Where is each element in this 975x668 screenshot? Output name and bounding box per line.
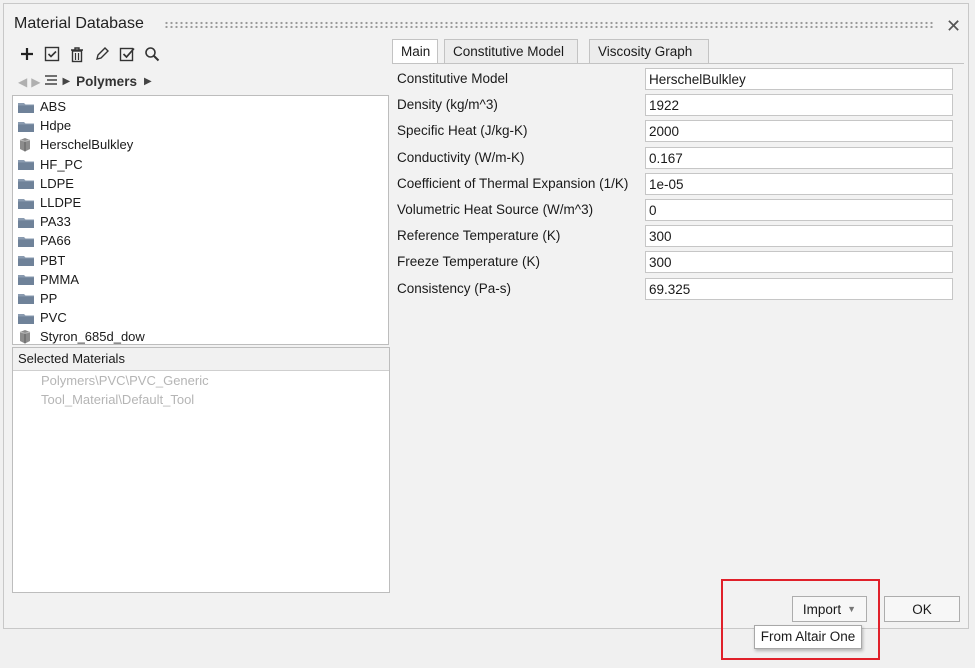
list-icon[interactable]	[44, 74, 58, 89]
selected-materials-header: Selected Materials	[13, 348, 389, 371]
property-value-field[interactable]: 1e-05	[645, 172, 953, 195]
folder-icon	[17, 253, 36, 267]
property-label: Freeze Temperature (K)	[397, 254, 541, 270]
property-label: Specific Heat (J/kg-K)	[397, 123, 528, 139]
property-value-field[interactable]: HerschelBulkley	[645, 68, 953, 90]
highlight-box	[721, 579, 880, 660]
tab-divider	[392, 63, 964, 64]
tree-item-label: Hdpe	[40, 118, 72, 134]
tree-item[interactable]: ABS	[13, 97, 388, 116]
property-value-field[interactable]: 69.325	[645, 277, 953, 300]
property-label: Density (kg/m^3)	[397, 97, 498, 113]
tree-item-label: PBT	[40, 252, 66, 268]
folder-icon	[17, 176, 36, 190]
tree-item[interactable]: PA33	[13, 212, 388, 231]
material-cube-icon	[17, 330, 36, 344]
folder-icon	[17, 100, 36, 114]
tree-item-label: PVC	[40, 310, 67, 326]
property-label: Reference Temperature (K)	[397, 228, 561, 244]
tree-item-label: PP	[40, 290, 58, 306]
tree-item[interactable]: PP	[13, 289, 388, 308]
edit-icon[interactable]	[93, 45, 111, 63]
breadcrumb-expand-icon[interactable]: ▶	[144, 76, 152, 87]
tree-item-label: ABS	[40, 99, 67, 115]
property-label: Coefficient of Thermal Expansion (1/K)	[397, 175, 629, 191]
tree-item-label: PA33	[40, 214, 71, 230]
selected-materials-panel: Selected Materials Polymers\PVC\PVC_Gene…	[12, 347, 390, 593]
tree-item[interactable]: Hdpe	[13, 116, 388, 135]
tree-item[interactable]: LDPE	[13, 174, 388, 193]
tree-item[interactable]: LLDPE	[13, 193, 388, 212]
tree-item[interactable]: PA66	[13, 231, 388, 250]
material-cube-icon	[17, 138, 36, 152]
tree-item-label: PMMA	[40, 271, 79, 287]
delete-icon[interactable]	[68, 45, 86, 63]
selected-material-item[interactable]: Polymers\PVC\PVC_Generic	[13, 371, 389, 390]
breadcrumb: ◀ ▶ ▶ Polymers ▶	[18, 74, 152, 89]
breadcrumb-current[interactable]: Polymers	[76, 74, 137, 89]
property-label: Constitutive Model	[397, 71, 509, 86]
tree-item-label: Styron_685d_dow	[40, 329, 145, 345]
back-arrow-icon[interactable]: ◀	[18, 75, 27, 89]
property-label: Conductivity (W/m-K)	[397, 149, 525, 165]
folder-icon	[17, 291, 36, 305]
property-value-field[interactable]: 2000	[645, 120, 953, 143]
tab-main[interactable]: Main	[392, 39, 438, 64]
tree-item[interactable]: HF_PC	[13, 155, 388, 174]
folder-icon	[17, 311, 36, 325]
tab-constitutive-model[interactable]: Constitutive Model	[444, 39, 578, 63]
material-tree: ABS Hdpe HerschelBulkley HF_PC LDPE LLDPE PA33…	[12, 95, 389, 345]
property-label: Consistency (Pa-s)	[397, 280, 512, 296]
tree-item-label: LDPE	[40, 175, 74, 191]
selected-material-item[interactable]: Tool_Material\Default_Tool	[13, 390, 389, 409]
tree-item-label: LLDPE	[40, 195, 82, 211]
folder-icon	[17, 272, 36, 286]
property-value-field[interactable]: 0	[645, 199, 953, 221]
property-value-field[interactable]: 0.167	[645, 146, 953, 169]
folder-icon	[17, 215, 36, 229]
close-icon[interactable]: ✕	[946, 16, 961, 37]
validate-icon[interactable]	[118, 45, 136, 63]
tree-item-label: PA66	[40, 233, 71, 249]
tree-item[interactable]: Styron_685d_dow	[13, 327, 388, 346]
tree-item[interactable]: HerschelBulkley	[13, 135, 388, 154]
toolbar	[18, 45, 161, 63]
folder-icon	[17, 119, 36, 133]
add-icon[interactable]	[18, 45, 36, 63]
forward-arrow-icon[interactable]: ▶	[31, 75, 40, 89]
tree-item-label: HerschelBulkley	[40, 137, 134, 153]
check-box-icon[interactable]	[43, 45, 61, 63]
window-title: Material Database	[14, 15, 144, 32]
property-value-field[interactable]: 300	[645, 251, 953, 274]
folder-icon	[17, 196, 36, 210]
tree-item[interactable]: PMMA	[13, 270, 388, 289]
tree-item-label: HF_PC	[40, 156, 83, 172]
property-value-field[interactable]: 1922	[645, 94, 953, 117]
folder-icon	[17, 157, 36, 171]
title-drag-handle[interactable]	[164, 21, 934, 28]
tree-item[interactable]: PBT	[13, 251, 388, 270]
ok-button[interactable]: OK	[884, 596, 960, 622]
breadcrumb-separator-icon: ▶	[62, 76, 71, 87]
tree-item[interactable]: PVC	[13, 308, 388, 327]
tab-viscosity-graph[interactable]: Viscosity Graph	[589, 39, 709, 63]
folder-icon	[17, 234, 36, 248]
property-label: Volumetric Heat Source (W/m^3)	[397, 202, 594, 217]
property-value-field[interactable]: 300	[645, 225, 953, 248]
search-icon[interactable]	[143, 45, 161, 63]
